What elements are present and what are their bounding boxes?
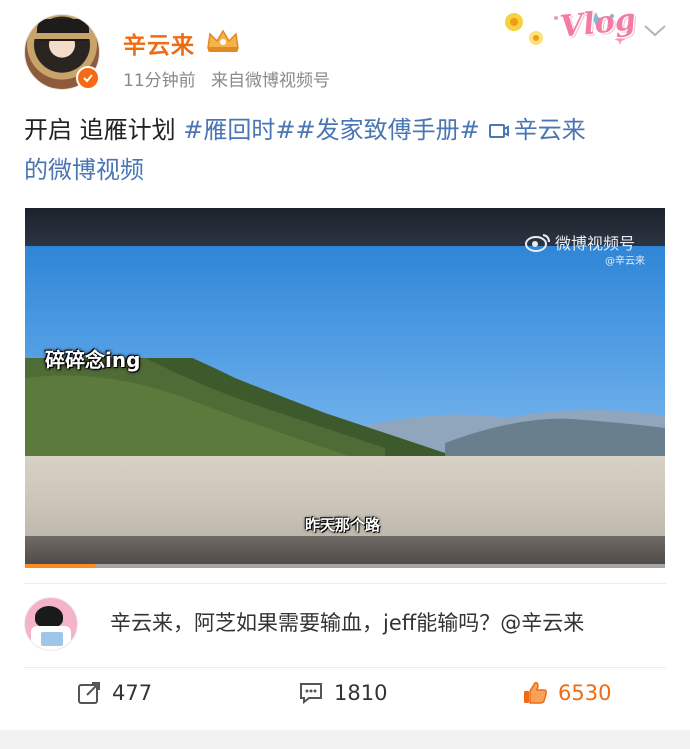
avatar-face xyxy=(35,606,63,628)
thumbs-up-icon xyxy=(524,682,547,704)
video-progress-fill xyxy=(25,564,96,568)
hashtags-link[interactable]: #雁回时##发家致傅手册# xyxy=(183,116,479,144)
post-meta: 11分钟前 来自微博视频号 xyxy=(123,66,340,91)
comment-icon xyxy=(300,683,322,705)
avatar-hat xyxy=(29,19,97,41)
action-bar: 477 1810 6530 xyxy=(0,680,690,720)
video-link[interactable]: 辛云来 xyxy=(514,116,586,144)
repost-icon xyxy=(78,682,100,704)
video-link-icon xyxy=(488,124,509,138)
watermark-text: 微博视频号 xyxy=(555,234,636,253)
chevron-down-icon[interactable] xyxy=(642,22,668,40)
commenter-avatar[interactable] xyxy=(24,597,78,651)
weibo-logo-icon xyxy=(525,234,550,252)
member-crown-icon xyxy=(207,29,239,52)
divider xyxy=(24,667,666,668)
video-caption-top: 碎碎念ing xyxy=(45,348,141,372)
post-text: 开启 追雁计划 #雁回时##发家致傅手册# 辛云来的微博视频 xyxy=(24,110,664,190)
post-source[interactable]: 来自微博视频号 xyxy=(211,71,330,91)
verified-badge-icon xyxy=(76,66,100,90)
like-count: 6530 xyxy=(558,681,612,705)
video-progress-bar[interactable] xyxy=(25,564,665,568)
bottom-bar xyxy=(0,730,690,749)
watermark-handle: @辛云来 xyxy=(605,256,645,267)
comment-count: 1810 xyxy=(334,681,388,705)
author-name[interactable]: 辛云来 xyxy=(123,26,195,60)
divider xyxy=(24,583,666,584)
post-time: 11分钟前 xyxy=(123,71,196,91)
avatar-laptop xyxy=(41,632,63,646)
video-watermark: 微博视频号 xyxy=(525,230,635,254)
post-header: 辛云来 11分钟前 来自微博视频号 Vlog xyxy=(0,0,690,100)
post-text-prefix: 开启 追雁计划 xyxy=(24,116,184,144)
video-player[interactable]: 微博视频号 @辛云来 碎碎念ing 昨天那个路 xyxy=(25,208,665,568)
comment-button[interactable]: 1810 xyxy=(298,680,387,706)
repost-count: 477 xyxy=(112,681,153,705)
like-button[interactable]: 6530 xyxy=(522,680,611,706)
repost-button[interactable]: 477 xyxy=(76,680,152,706)
video-caption-bottom: 昨天那个路 xyxy=(305,516,381,534)
featured-comment[interactable]: 辛云来，阿芝如果需要输血，jeff能输吗？@辛云来 xyxy=(110,607,584,637)
video-link-suffix[interactable]: 的微博视频 xyxy=(24,156,144,184)
